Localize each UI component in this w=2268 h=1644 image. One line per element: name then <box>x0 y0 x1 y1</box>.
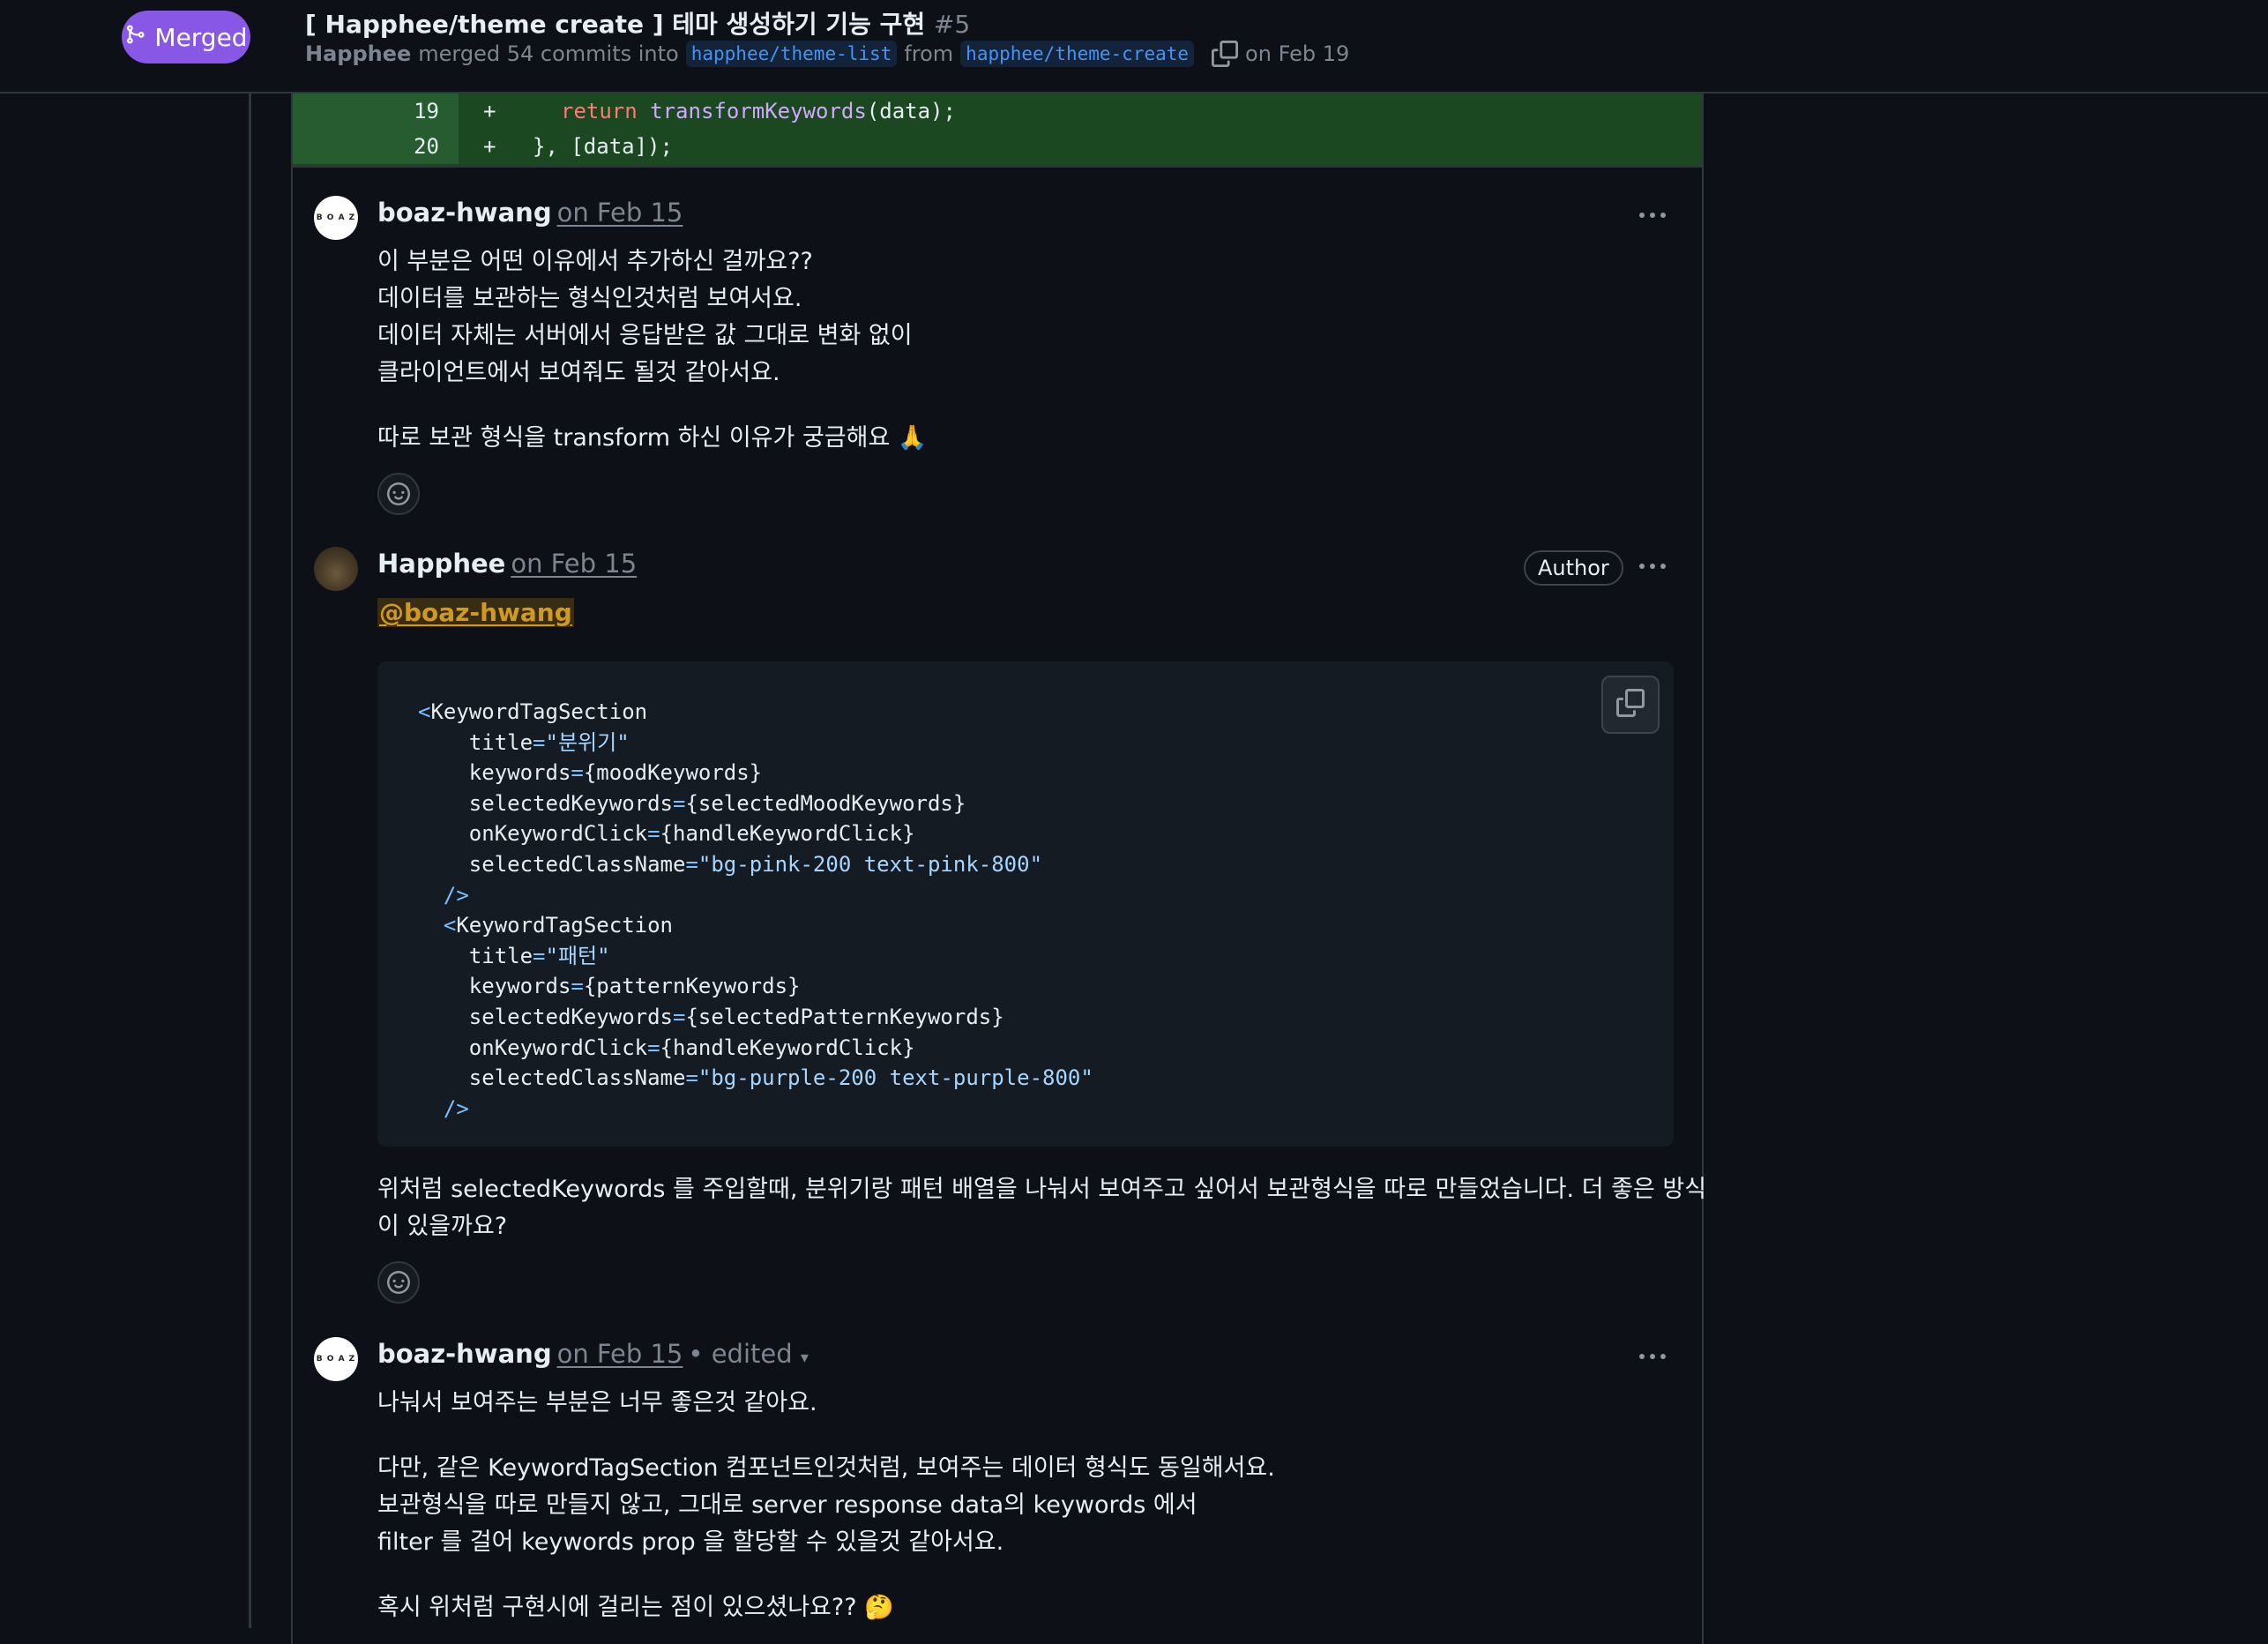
code-line: selectedClassName="bg-purple-200 text-pu… <box>468 1065 1093 1091</box>
code-line: keywords={patternKeywords} <box>468 974 801 999</box>
pr-title-text: [ Happhee/theme create ] 테마 생성하기 기능 구현 <box>305 10 926 39</box>
code-line: selectedClassName="bg-pink-200 text-pink… <box>468 852 1043 877</box>
comment-body: 이 부분은 어떤 이유에서 추가하신 걸까요?? 데이터를 보관하는 형식인것처… <box>377 248 913 386</box>
diff-code: return transformKeywords(data); <box>561 99 956 123</box>
author-link[interactable]: Happhee <box>377 549 505 579</box>
avatar[interactable] <box>314 547 358 591</box>
diff-line-number: 20 <box>293 129 459 164</box>
review-thread: 19 + return transformKeywords(data); 20 … <box>291 92 1707 1644</box>
code-line: title="패턴" <box>468 943 610 968</box>
copy-icon[interactable] <box>1212 41 1239 67</box>
comment-date[interactable]: on Feb 15 <box>511 549 637 579</box>
code-line: keywords={moodKeywords} <box>468 760 763 786</box>
timeline-line <box>249 92 251 1628</box>
kebab-horizontal-icon[interactable] <box>1635 206 1670 224</box>
pr-sticky-header: Merged [ Happhee/theme create ] 테마 생성하기 … <box>0 0 2268 93</box>
code-line: /> <box>443 1095 469 1121</box>
merger-link[interactable]: Happhee <box>305 41 411 66</box>
from-text: from <box>904 41 954 66</box>
user-mention[interactable]: @boaz-hwang <box>377 598 574 627</box>
diff-sign: + <box>483 99 496 123</box>
base-branch[interactable]: happhee/theme-list <box>685 41 898 67</box>
merge-text: merged 54 commits into <box>418 41 679 66</box>
kebab-horizontal-icon[interactable] <box>1635 557 1670 575</box>
diff-line: 20 + }, [data]); <box>293 129 1702 164</box>
comment-header: boaz-hwang on Feb 15 • edited ▾ <box>377 1339 809 1369</box>
code-line: <KeywordTagSection <box>443 913 673 938</box>
status-badge: Merged <box>122 11 250 64</box>
code-line: onKeywordClick={handleKeywordClick} <box>468 821 915 847</box>
code-line: /> <box>443 882 469 908</box>
head-branch[interactable]: happhee/theme-create <box>960 41 1195 67</box>
code-block: <KeywordTagSection title="분위기" keywords=… <box>377 661 1674 1147</box>
comment-header: boaz-hwang on Feb 15 <box>377 198 683 228</box>
code-line: selectedKeywords={selectedPatternKeyword… <box>468 1005 1004 1029</box>
git-merge-icon <box>124 23 145 52</box>
comment-date[interactable]: on Feb 15 <box>557 198 683 228</box>
status-badge-label: Merged <box>154 22 248 52</box>
comment-body-3: 혹시 위처럼 구현시에 걸리는 점이 있으셨나요?? 🤔 <box>377 1594 894 1621</box>
avatar[interactable]: B O A Z <box>314 196 358 240</box>
smiley-icon[interactable] <box>377 1261 420 1304</box>
author-badge: Author <box>1524 550 1623 586</box>
code-line: onKeywordClick={handleKeywordClick} <box>468 1035 915 1060</box>
code-line: <KeywordTagSection <box>418 699 648 724</box>
avatar[interactable]: B O A Z <box>314 1337 358 1381</box>
author-link[interactable]: boaz-hwang <box>377 198 552 228</box>
pr-number: #5 <box>933 10 971 39</box>
triangle-down-icon: ▾ <box>800 1349 809 1367</box>
copy-icon <box>1616 689 1645 721</box>
comment-date[interactable]: on Feb 15 <box>557 1339 683 1369</box>
diff-sign: + <box>483 134 496 159</box>
pr-title[interactable]: [ Happhee/theme create ] 테마 생성하기 기능 구현 #… <box>305 5 970 41</box>
smiley-icon[interactable] <box>377 473 420 515</box>
comment-body: 위처럼 selectedKeywords 를 주입할때, 분위기랑 패턴 배열을… <box>377 1176 1707 1240</box>
edited-dropdown[interactable]: • edited ▾ <box>688 1339 809 1369</box>
diff-code: }, [data]); <box>533 134 673 159</box>
copy-code-button[interactable] <box>1601 676 1660 734</box>
comment-body-2: 다만, 같은 KeywordTagSection 컴포넌트인것처럼, 보여주는 … <box>377 1454 1275 1556</box>
diff-line: 19 + return transformKeywords(data); <box>293 93 1702 129</box>
comment-body-2: 따로 보관 형식을 transform 하신 이유가 궁금해요 🙏 <box>377 424 928 452</box>
comment-header: Happhee on Feb 15 <box>377 549 637 579</box>
diff-line-number: 19 <box>293 93 459 129</box>
author-link[interactable]: boaz-hwang <box>377 1339 552 1369</box>
kebab-horizontal-icon[interactable] <box>1635 1348 1670 1365</box>
diff-hunk: 19 + return transformKeywords(data); 20 … <box>293 92 1702 168</box>
merge-date: on Feb 19 <box>1245 41 1350 66</box>
code-line: title="분위기" <box>468 729 630 755</box>
pr-meta: Happhee merged 54 commits into happhee/t… <box>305 41 1349 67</box>
code-line: selectedKeywords={selectedMoodKeywords} <box>468 790 966 816</box>
comment-body: 나눠서 보여주는 부분은 너무 좋은것 같아요. <box>377 1389 817 1416</box>
